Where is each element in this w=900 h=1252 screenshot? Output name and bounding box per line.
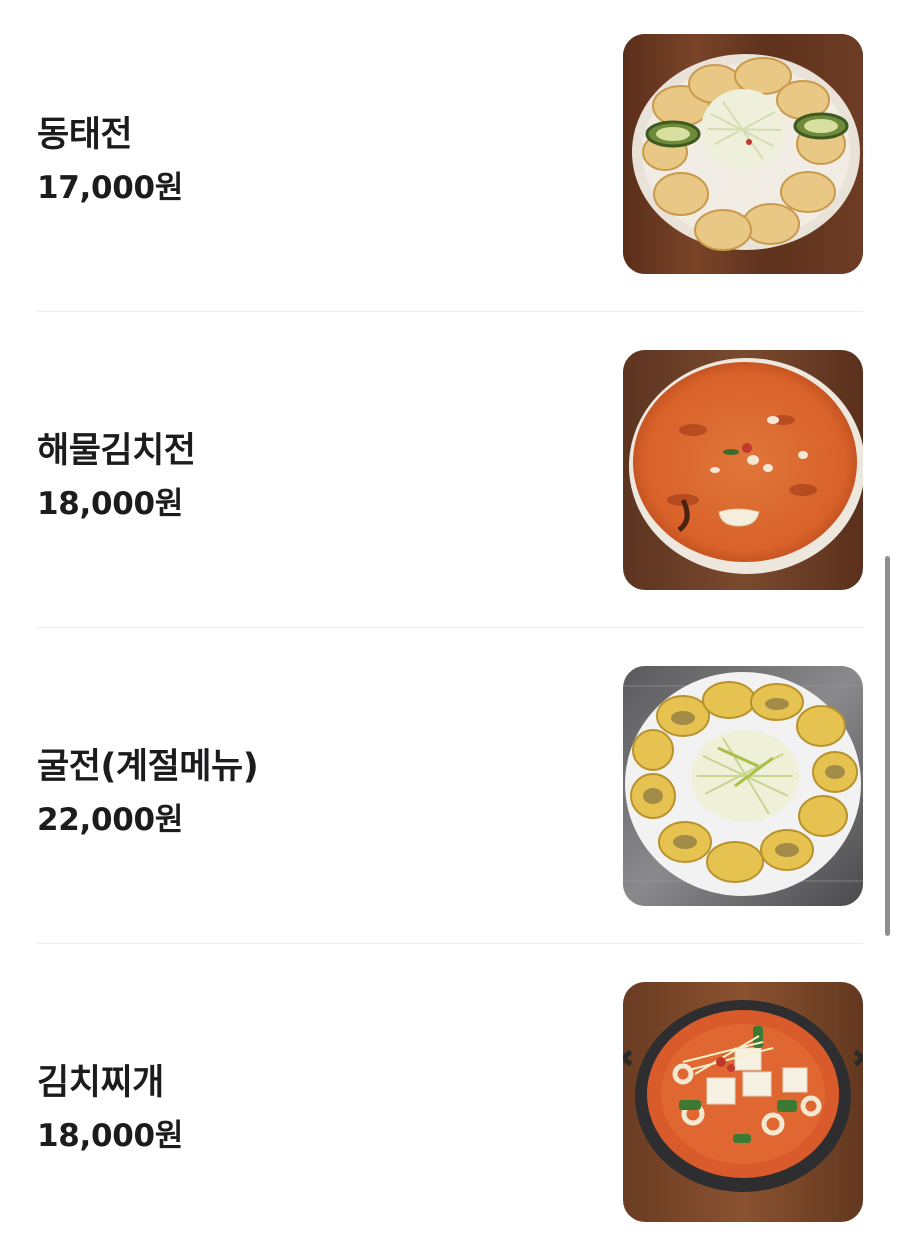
seafood-kimchi-jeon-photo[interactable] [623,350,863,590]
menu-item-kimchi-jjigae[interactable]: 김치찌개 18,000원 [37,982,863,1222]
menu-item-name: 굴전(계절메뉴) [37,747,259,787]
menu-item-name: 동태전 [37,115,133,155]
scrollbar[interactable] [885,556,890,936]
divider [37,627,863,628]
menu-item-price: 17,000원 [37,170,184,206]
menu-item-name: 해물김치전 [37,431,196,471]
menu-item-oyster-jeon[interactable]: 굴전(계절메뉴) 22,000원 [37,666,863,906]
dongtae-jeon-photo[interactable] [623,34,863,274]
menu-item-price: 22,000원 [37,802,184,838]
menu-item-price: 18,000원 [37,486,184,522]
menu-item-name: 김치찌개 [37,1063,164,1103]
menu-item-dongtae-jeon[interactable]: 동태전 17,000원 [37,34,863,274]
oyster-jeon-photo[interactable] [623,666,863,906]
divider [37,943,863,944]
menu-item-price: 18,000원 [37,1118,184,1154]
menu-item-seafood-kimchi-jeon[interactable]: 해물김치전 18,000원 [37,350,863,590]
divider [37,311,863,312]
kimchi-jjigae-photo[interactable] [623,982,863,1222]
